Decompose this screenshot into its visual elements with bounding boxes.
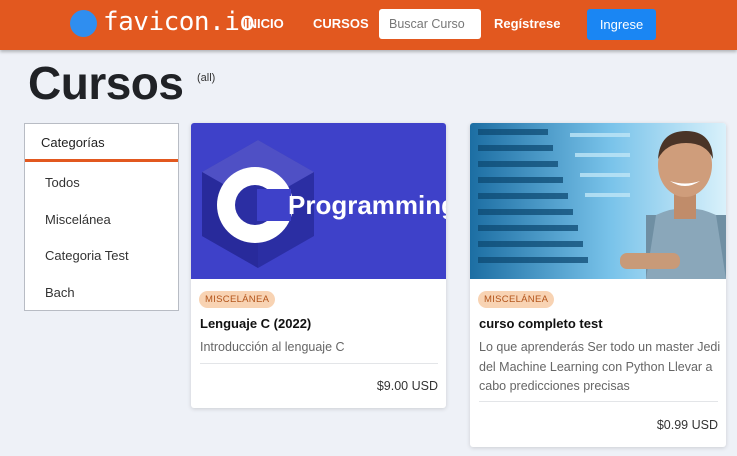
nav-link-cursos[interactable]: CURSOS xyxy=(313,16,369,31)
register-link[interactable]: Regístrese xyxy=(494,16,560,31)
sidebar-item-categoria-test[interactable]: Categoria Test xyxy=(45,248,129,263)
sidebar-item-todos[interactable]: Todos xyxy=(45,175,80,190)
course-title[interactable]: curso completo test xyxy=(479,316,603,331)
description-line: Lo que aprenderás Ser todo un master Jed… xyxy=(479,340,721,354)
page-title: Cursos xyxy=(28,57,184,109)
course-price: $0.99 USD xyxy=(656,418,718,432)
course-card[interactable]: Programming MISCELÁNEA Lenguaje C (2022)… xyxy=(191,123,446,408)
card-divider xyxy=(200,363,438,364)
course-description: Introducción al lenguaje C xyxy=(200,338,345,358)
c-programming-image: Programming xyxy=(191,123,446,279)
card-divider xyxy=(479,401,718,402)
brand-circle-icon xyxy=(70,9,97,37)
sidebar-heading: Categorías xyxy=(25,124,178,162)
page-subtitle: (all) xyxy=(197,72,216,84)
brand-name: favicon.io xyxy=(103,7,255,37)
login-button[interactable]: Ingrese xyxy=(587,9,656,40)
sidebar-item-bach[interactable]: Bach xyxy=(45,285,75,300)
category-badge: MISCELÁNEA xyxy=(478,291,555,308)
course-title[interactable]: Lenguaje C (2022) xyxy=(200,316,311,331)
description-line: cabo predicciones precisas xyxy=(479,379,630,393)
search-input[interactable] xyxy=(379,9,481,39)
course-description: Lo que aprenderás Ser todo un master Jed… xyxy=(479,338,720,397)
description-line: Introducción al lenguaje C xyxy=(200,340,345,354)
sidebar-item-miscelanea[interactable]: Miscelánea xyxy=(45,212,111,227)
course-price: $9.00 USD xyxy=(376,379,438,393)
course-card[interactable]: MISCELÁNEA curso completo test Lo que ap… xyxy=(470,123,726,447)
category-badge: MISCELÁNEA xyxy=(199,291,276,308)
category-sidebar: Categorías Todos Miscelánea Categoria Te… xyxy=(24,123,179,311)
brand-logo[interactable]: favicon.io xyxy=(70,7,255,38)
navbar: favicon.io INICIO CURSOS Regístrese Ingr… xyxy=(0,0,737,50)
nav-link-inicio[interactable]: INICIO xyxy=(244,16,284,31)
image-caption: Programming xyxy=(288,190,446,220)
machine-learning-course-image xyxy=(470,123,726,279)
description-line: del Machine Learning con Python Llevar a xyxy=(479,359,713,374)
